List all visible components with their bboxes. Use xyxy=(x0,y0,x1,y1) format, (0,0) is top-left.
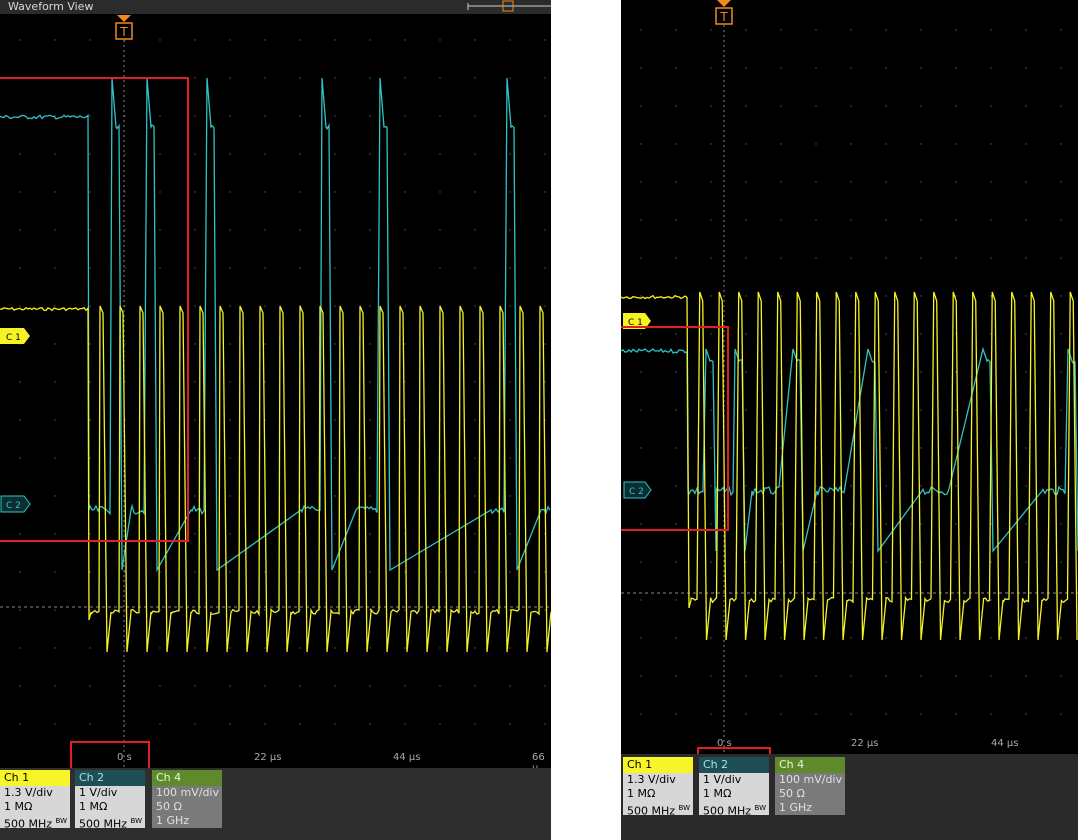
ch2-badge[interactable]: Ch 2 1 V/div 1 MΩ 500 MHz BW xyxy=(75,770,145,831)
time-tick-44: 44 µs xyxy=(991,738,1019,749)
ch1-badge[interactable]: Ch 1 1.3 V/div 1 MΩ 500 MHz BW xyxy=(623,757,693,818)
time-tick-22: 22 µs xyxy=(851,738,879,749)
ch2-badge[interactable]: Ch 2 1 V/div 1 MΩ 500 MHz BW xyxy=(699,757,769,818)
waveform-view-right[interactable]: T C 1 C 2 0 s 22 µs 44 µs Ch 1 1.3 V/div… xyxy=(621,0,1078,840)
channel-status-bar: Ch 1 1.3 V/div 1 MΩ 500 MHz BW Ch 2 1 V/… xyxy=(0,768,551,840)
time-tick-44: 44 µs xyxy=(393,752,421,763)
trigger-position-marker[interactable]: T xyxy=(115,15,133,40)
zoom-overview-indicator[interactable] xyxy=(467,0,551,12)
ch4-badge[interactable]: Ch 4 100 mV/div 50 Ω 1 GHz xyxy=(152,770,222,828)
time-tick-22: 22 µs xyxy=(254,752,282,763)
channel-status-bar: Ch 1 1.3 V/div 1 MΩ 500 MHz BW Ch 2 1 V/… xyxy=(621,754,1078,840)
highlight-box-edges xyxy=(0,77,189,542)
ch1-badge[interactable]: Ch 1 1.3 V/div 1 MΩ 500 MHz BW xyxy=(0,770,70,831)
trigger-label: T xyxy=(719,10,728,24)
highlight-box-edges xyxy=(621,326,729,531)
ch4-badge[interactable]: Ch 4 100 mV/div 50 Ω 1 GHz xyxy=(775,757,845,815)
trigger-position-marker[interactable]: T xyxy=(715,0,733,25)
waveform-view-left[interactable]: Waveform View T C 1 C 2 0 s 22 µs 44 µs xyxy=(0,0,551,840)
trigger-label: T xyxy=(119,25,128,39)
